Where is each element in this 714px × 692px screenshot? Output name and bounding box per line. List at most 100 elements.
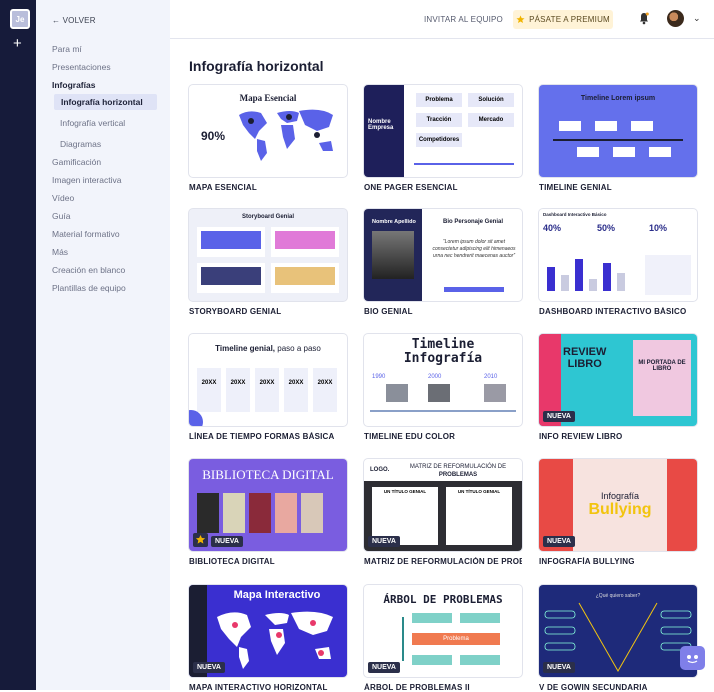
thumb-heading: REVIEW [563,346,607,358]
nav-infografia-vertical[interactable]: Infografía vertical [60,118,125,128]
template-title: MATRIZ DE REFORMULACIÓN DE PROB... [364,557,522,566]
template-title: V DE GOWIN SECUNDARIA [539,683,648,692]
template-card-infografia-bullying[interactable]: Infografía Bullying NUEVA INFOGRAFÍA BUL… [539,459,697,566]
template-title: ONE PAGER ESENCIAL [364,183,458,192]
thumb-logo: LOGO. [370,467,390,473]
thumb-heading-2: LIBRO [567,358,602,370]
star-icon [516,15,525,24]
template-card-v-de-gowin-secundaria[interactable]: ¿Qué quiero saber? NUEVA V DE GOWIN SECU… [539,585,697,692]
template-card-linea-de-tiempo-formas[interactable]: Timeline genial, paso a paso 20XX 20XX 2… [189,334,347,441]
template-thumbnail[interactable]: Timeline Infografía 1990 2000 2010 [364,334,522,426]
thumb-year: 2010 [484,374,498,380]
template-title: TIMELINE EDU COLOR [364,432,456,441]
template-thumbnail[interactable]: LOGO. MATRIZ DE REFORMULACIÓN DE PROBLEMA… [364,459,522,551]
thumb-heading: Timeline Lorem ipsum [580,95,656,102]
thumb-stat: 50% [597,223,616,233]
nav-infografias[interactable]: Infografías [52,80,95,90]
template-card-biblioteca-digital[interactable]: BIBLIOTECA DIGITAL NUEVA BIBLIOTECA DIGI… [189,459,347,566]
chevron-down-icon[interactable]: ⌄ [693,13,701,24]
thumb-heading: MATRIZ DE REFORMULACIÓN DE [409,464,507,470]
bell-icon[interactable] [639,12,649,25]
nav-presentaciones[interactable]: Presentaciones [52,62,111,72]
nav-para-mi[interactable]: Para mí [52,44,82,54]
nav-plantillas-de-equipo[interactable]: Plantillas de equipo [52,283,126,293]
thumb-cell: Problema [416,93,462,107]
invite-team-button[interactable]: INVITAR AL EQUIPO [424,15,503,24]
thumb-year: 20XX [284,368,308,412]
template-title: STORYBOARD GENIAL [189,307,282,316]
template-title: DASHBOARD INTERACTIVO BÁSICO [539,307,687,316]
top-bar: INVITAR AL EQUIPO PÁSATE A PREMIUM ⌄ [170,0,714,39]
thumb-year: 2000 [428,374,442,380]
template-thumbnail[interactable]: Timeline Lorem ipsum [539,85,697,177]
template-thumbnail[interactable]: ¿Qué quiero saber? NUEVA [539,585,697,677]
template-card-timeline-genial[interactable]: Timeline Lorem ipsum TIMELINE GENIAL [539,85,697,192]
thumb-quote: “Lorem ipsum dolor sit amet consectetur … [432,239,516,259]
premium-button[interactable]: PÁSATE A PREMIUM [513,10,613,29]
nav-infografia-horizontal[interactable]: Infografía horizontal [54,94,157,110]
thumb-stat: 90% [201,129,226,143]
template-card-mapa-interactivo-horizontal[interactable]: Mapa Interactivo NUEVA MAPA INTERACTIVO … [189,585,347,692]
template-card-mapa-esencial[interactable]: Mapa Esencial 90% MAPA ESENCIAL [189,85,347,192]
sidebar: ← VOLVER Para mí Presentaciones Infograf… [36,0,170,690]
template-thumbnail[interactable]: Mapa Interactivo NUEVA [189,585,347,677]
thumb-year: 20XX [197,368,221,412]
thumb-heading: Dashboard Interactivo Básico [543,212,607,217]
thumb-cell: Tracción [416,113,462,127]
workspace-avatar[interactable]: Je [10,9,30,29]
template-card-info-review-libro[interactable]: REVIEW LIBRO MI PORTADA DE LIBRO NUEVA IN… [539,334,697,441]
template-thumbnail[interactable]: Mapa Esencial 90% [189,85,347,177]
new-badge: NUEVA [543,536,575,547]
template-title: LÍNEA DE TIEMPO FORMAS BÁSICA [189,432,335,441]
template-title: ÁRBOL DE PROBLEMAS II [364,683,470,692]
template-title: MAPA ESENCIAL [189,183,257,192]
thumb-col-heading: UN TÍTULO GENIAL [457,489,501,494]
thumb-year: 20XX [313,368,337,412]
template-thumbnail[interactable]: Timeline genial, paso a paso 20XX 20XX 2… [189,334,347,426]
template-card-storyboard-genial[interactable]: Storyboard Genial STORYBOARD GENIAL [189,209,347,316]
template-card-one-pager-esencial[interactable]: Nombre Empresa Problema Solución Tracció… [364,85,522,192]
thumb-cell: Mercado [468,113,514,127]
thumb-stat: 40% [543,223,562,233]
template-thumbnail[interactable]: Storyboard Genial [189,209,347,301]
thumb-col-heading: UN TÍTULO GENIAL [383,489,427,494]
thumb-box: Problema [412,633,500,645]
back-button[interactable]: ← VOLVER [52,16,96,25]
nav-video[interactable]: Vídeo [52,193,74,203]
nav-material-formativo[interactable]: Material formativo [52,229,120,239]
template-title: INFO REVIEW LIBRO [539,432,623,441]
new-badge: NUEVA [211,536,243,547]
thumb-heading: Mapa Interactivo [233,589,321,601]
template-thumbnail[interactable]: Dashboard Interactivo Básico 40% 50% 10% [539,209,697,301]
thumb-year: 1990 [372,374,386,380]
template-card-arbol-de-problemas-ii[interactable]: ÁRBOL DE PROBLEMAS Problema NUEVA ÁRBOL … [364,585,522,692]
template-card-timeline-edu-color[interactable]: Timeline Infografía 1990 2000 2010 TIMELI… [364,334,522,441]
thumb-heading: Nombre Empresa [368,119,394,131]
nav-creacion-en-blanco[interactable]: Creación en blanco [52,265,125,275]
nav-imagen-interactiva[interactable]: Imagen interactiva [52,175,121,185]
template-thumbnail[interactable]: BIBLIOTECA DIGITAL NUEVA [189,459,347,551]
template-title: MAPA INTERACTIVO HORIZONTAL [189,683,328,692]
template-card-dashboard-interactivo-basico[interactable]: Dashboard Interactivo Básico 40% 50% 10%… [539,209,697,316]
thumb-heading: Storyboard Genial [241,214,294,220]
nav-diagramas[interactable]: Diagramas [60,139,101,149]
chat-assistant-button[interactable] [680,646,705,670]
template-thumbnail[interactable]: ÁRBOL DE PROBLEMAS Problema NUEVA [364,585,522,677]
template-thumbnail[interactable]: REVIEW LIBRO MI PORTADA DE LIBRO NUEVA [539,334,697,426]
template-thumbnail[interactable]: Nombre Apellido Bio Personaje Genial “Lo… [364,209,522,301]
chat-bot-icon [687,655,698,664]
nav-gamificacion[interactable]: Gamificación [52,157,101,167]
thumb-heading: Mapa Esencial [239,93,297,103]
new-badge: NUEVA [543,662,575,673]
template-thumbnail[interactable]: Infografía Bullying NUEVA [539,459,697,551]
user-avatar[interactable] [667,10,684,27]
nav-mas[interactable]: Más [52,247,68,257]
add-icon[interactable]: + [13,36,22,51]
template-thumbnail[interactable]: Nombre Empresa Problema Solución Tracció… [364,85,522,177]
app-rail: Je + [0,0,36,690]
thumb-heading: ÁRBOL DE PROBLEMAS [383,593,503,606]
template-card-matriz-reformulacion[interactable]: LOGO. MATRIZ DE REFORMULACIÓN DE PROBLEMA… [364,459,522,566]
template-card-bio-genial[interactable]: Nombre Apellido Bio Personaje Genial “Lo… [364,209,522,316]
nav-guia[interactable]: Guía [52,211,70,221]
thumb-heading-2: PROBLEMAS [438,472,478,478]
